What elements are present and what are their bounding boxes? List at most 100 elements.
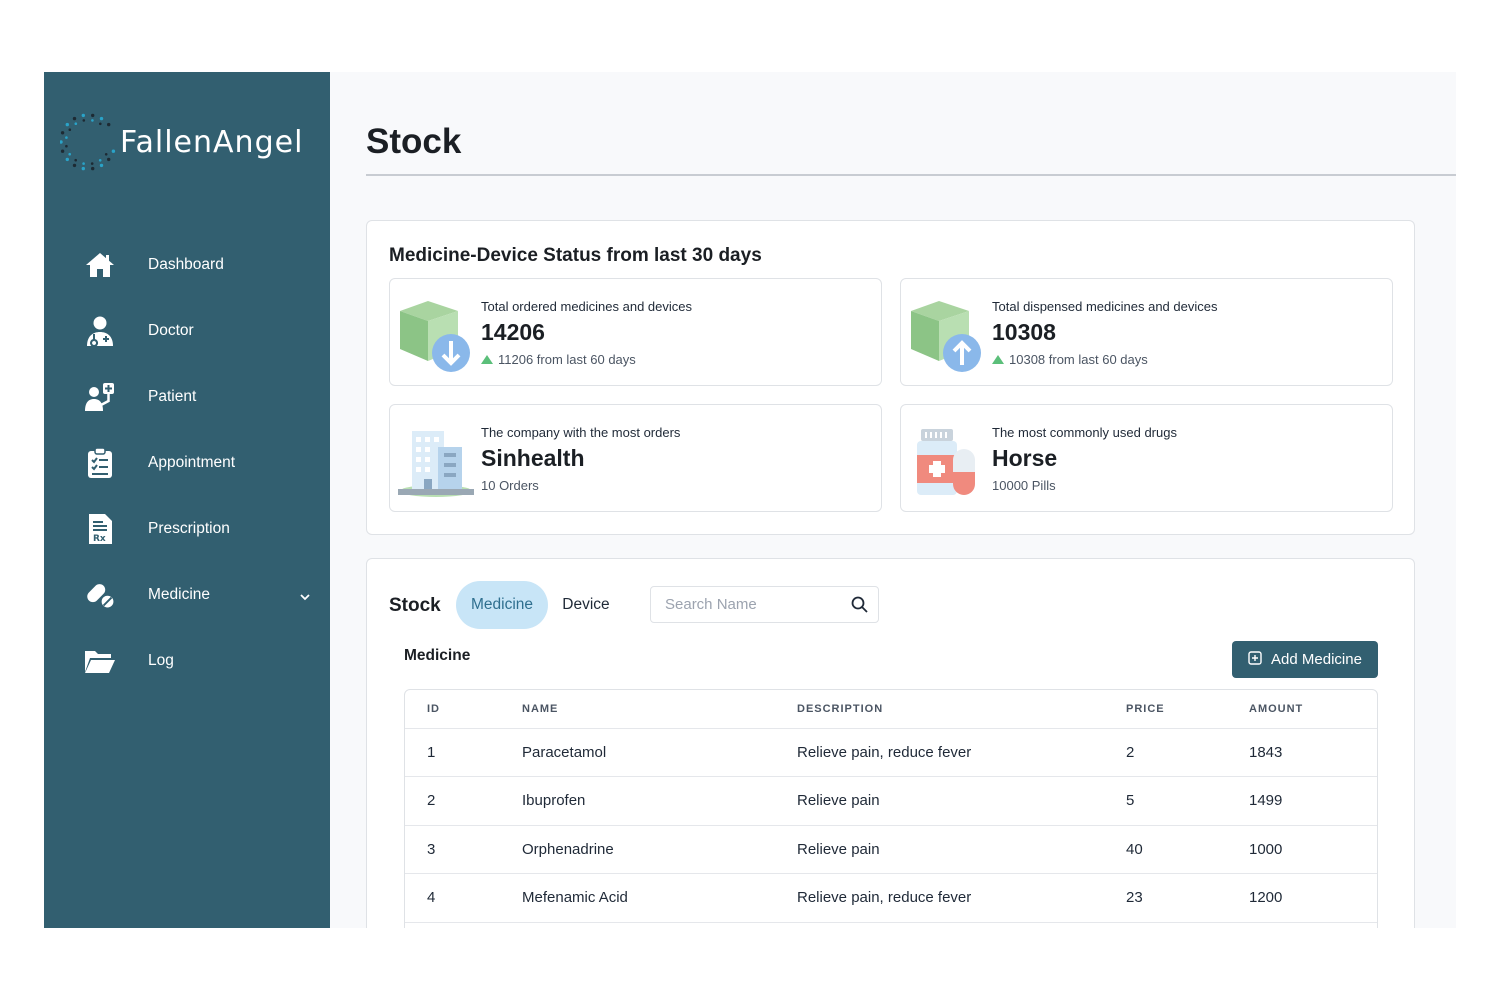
cell-name: Mefenamic Acid bbox=[522, 873, 797, 922]
sidebar-item-label: Prescription bbox=[148, 520, 230, 537]
sidebar-item-doctor[interactable]: Doctor bbox=[44, 298, 330, 364]
sidebar-item-medicine[interactable]: Medicine bbox=[44, 562, 330, 628]
doctor-icon bbox=[84, 315, 116, 347]
card-value: 10308 bbox=[992, 319, 1056, 345]
add-medicine-label: Add Medicine bbox=[1271, 651, 1362, 668]
patient-icon bbox=[84, 381, 116, 413]
status-heading: Medicine-Device Status from last 30 days bbox=[389, 245, 762, 266]
trend-up-icon bbox=[481, 355, 493, 364]
stat-card-top-drug: The most commonly used drugs Horse 10000… bbox=[900, 404, 1393, 512]
plus-square-icon bbox=[1248, 650, 1262, 669]
cell-id: 4 bbox=[405, 873, 522, 922]
page-title: Stock bbox=[366, 122, 462, 161]
card-label: The company with the most orders bbox=[481, 425, 681, 440]
sidebar-item-prescription[interactable]: Rx Prescription bbox=[44, 496, 330, 562]
sidebar-nav: Dashboard Doctor Patient Appointment Rx … bbox=[44, 232, 330, 694]
card-sub-text: 10000 Pills bbox=[992, 478, 1056, 493]
sidebar-item-dashboard[interactable]: Dashboard bbox=[44, 232, 330, 298]
card-sub: 10308 from last 60 days bbox=[992, 352, 1148, 367]
stock-panel: Stock Medicine Device Medicine Add Medic… bbox=[366, 558, 1415, 928]
table-header-row: ID NAME DESCRIPTION PRICE AMOUNT bbox=[405, 690, 1377, 728]
pill-bottle-icon bbox=[909, 425, 985, 501]
column-header-amount[interactable]: AMOUNT bbox=[1249, 690, 1377, 728]
card-label: Total ordered medicines and devices bbox=[481, 299, 693, 314]
cell-price: 23 bbox=[1126, 873, 1249, 922]
home-icon bbox=[84, 249, 116, 281]
section-label: Medicine bbox=[404, 647, 471, 664]
stat-card-ordered: Total ordered medicines and devices 1420… bbox=[389, 278, 882, 386]
box-up-icon bbox=[909, 299, 985, 375]
cell-amount: 1499 bbox=[1249, 776, 1377, 825]
card-sub: 10000 Pills bbox=[992, 478, 1056, 493]
card-label: The most commonly used drugs bbox=[992, 425, 1177, 440]
status-panel: Medicine-Device Status from last 30 days… bbox=[366, 220, 1415, 535]
sidebar-item-patient[interactable]: Patient bbox=[44, 364, 330, 430]
sidebar-item-label: Appointment bbox=[148, 454, 236, 471]
cell-id: 1 bbox=[405, 727, 522, 777]
brand-name: FallenAngel bbox=[120, 124, 304, 160]
table-row[interactable]: 4 Mefenamic Acid Relieve pain, reduce fe… bbox=[405, 873, 1377, 922]
cell-id: 3 bbox=[405, 824, 522, 874]
cell-name: Orphenadrine bbox=[522, 824, 797, 874]
sidebar-item-label: Dashboard bbox=[148, 256, 224, 273]
cell-name: Paracetamol bbox=[522, 727, 797, 777]
title-divider bbox=[366, 174, 1456, 176]
search-icon[interactable] bbox=[851, 596, 868, 618]
cell-description: Relieve pain bbox=[797, 824, 1126, 874]
card-sub-text: 10 Orders bbox=[481, 478, 539, 493]
card-sub-text: 11206 from last 60 days bbox=[498, 352, 636, 367]
column-header-description[interactable]: DESCRIPTION bbox=[797, 690, 1126, 728]
table-row[interactable]: 3 Orphenadrine Relieve pain 40 1000 bbox=[405, 824, 1377, 874]
sidebar-item-log[interactable]: Log bbox=[44, 628, 330, 694]
card-value: 14206 bbox=[481, 319, 545, 345]
folder-icon bbox=[84, 645, 116, 677]
cell-description: Relieve pain, reduce fever bbox=[797, 727, 1126, 777]
cell-amount: 1200 bbox=[1249, 873, 1377, 922]
table-row[interactable]: 2 Ibuprofen Relieve pain 5 1499 bbox=[405, 776, 1377, 825]
sidebar-item-label: Log bbox=[148, 652, 174, 669]
pills-icon bbox=[84, 579, 116, 611]
column-header-price[interactable]: PRICE bbox=[1126, 690, 1249, 728]
sidebar-item-label: Doctor bbox=[148, 322, 194, 339]
card-value: Horse bbox=[992, 445, 1058, 471]
add-medicine-button[interactable]: Add Medicine bbox=[1232, 641, 1378, 678]
main-content: Stock Medicine-Device Status from last 3… bbox=[330, 72, 1456, 928]
column-header-id[interactable]: ID bbox=[405, 690, 522, 728]
sidebar: FallenAngel Dashboard Doctor Patient App… bbox=[44, 72, 330, 928]
svg-text:Rx: Rx bbox=[93, 534, 106, 544]
tab-device[interactable]: Device bbox=[548, 581, 624, 629]
cell-description: Relieve pain bbox=[797, 776, 1126, 825]
clipboard-icon bbox=[84, 447, 116, 479]
cell-price: 40 bbox=[1126, 824, 1249, 874]
column-header-name[interactable]: NAME bbox=[522, 690, 797, 728]
search-input[interactable] bbox=[665, 596, 845, 613]
tab-medicine[interactable]: Medicine bbox=[456, 581, 548, 629]
cell-amount: 1843 bbox=[1249, 727, 1377, 777]
search-box bbox=[650, 586, 879, 623]
sidebar-item-label: Medicine bbox=[148, 586, 211, 603]
cell-description: Relieve pain, reduce fever bbox=[797, 873, 1126, 922]
stat-card-dispensed: Total dispensed medicines and devices 10… bbox=[900, 278, 1393, 386]
sidebar-item-appointment[interactable]: Appointment bbox=[44, 430, 330, 496]
card-sub: 10 Orders bbox=[481, 478, 539, 493]
stat-card-top-company: The company with the most orders Sinheal… bbox=[389, 404, 882, 512]
chevron-down-icon[interactable] bbox=[300, 588, 310, 606]
logo-icon bbox=[60, 113, 116, 171]
building-icon bbox=[398, 425, 474, 501]
box-down-icon bbox=[398, 299, 474, 375]
card-value: Sinhealth bbox=[481, 445, 585, 471]
stock-title: Stock bbox=[389, 595, 441, 616]
sidebar-item-label: Patient bbox=[148, 388, 197, 405]
medicine-table: ID NAME DESCRIPTION PRICE AMOUNT 1 Parac… bbox=[404, 689, 1378, 928]
brand[interactable]: FallenAngel bbox=[60, 110, 303, 174]
app-window: FallenAngel Dashboard Doctor Patient App… bbox=[44, 72, 1456, 928]
table-row[interactable]: 1 Paracetamol Relieve pain, reduce fever… bbox=[405, 727, 1377, 777]
cell-price: 2 bbox=[1126, 727, 1249, 777]
cell-name: Ibuprofen bbox=[522, 776, 797, 825]
card-sub-text: 10308 from last 60 days bbox=[1009, 352, 1148, 367]
trend-up-icon bbox=[992, 355, 1004, 364]
table-row[interactable] bbox=[405, 921, 1377, 928]
cell-amount: 1000 bbox=[1249, 824, 1377, 874]
cell-price: 5 bbox=[1126, 776, 1249, 825]
card-sub: 11206 from last 60 days bbox=[481, 352, 636, 367]
